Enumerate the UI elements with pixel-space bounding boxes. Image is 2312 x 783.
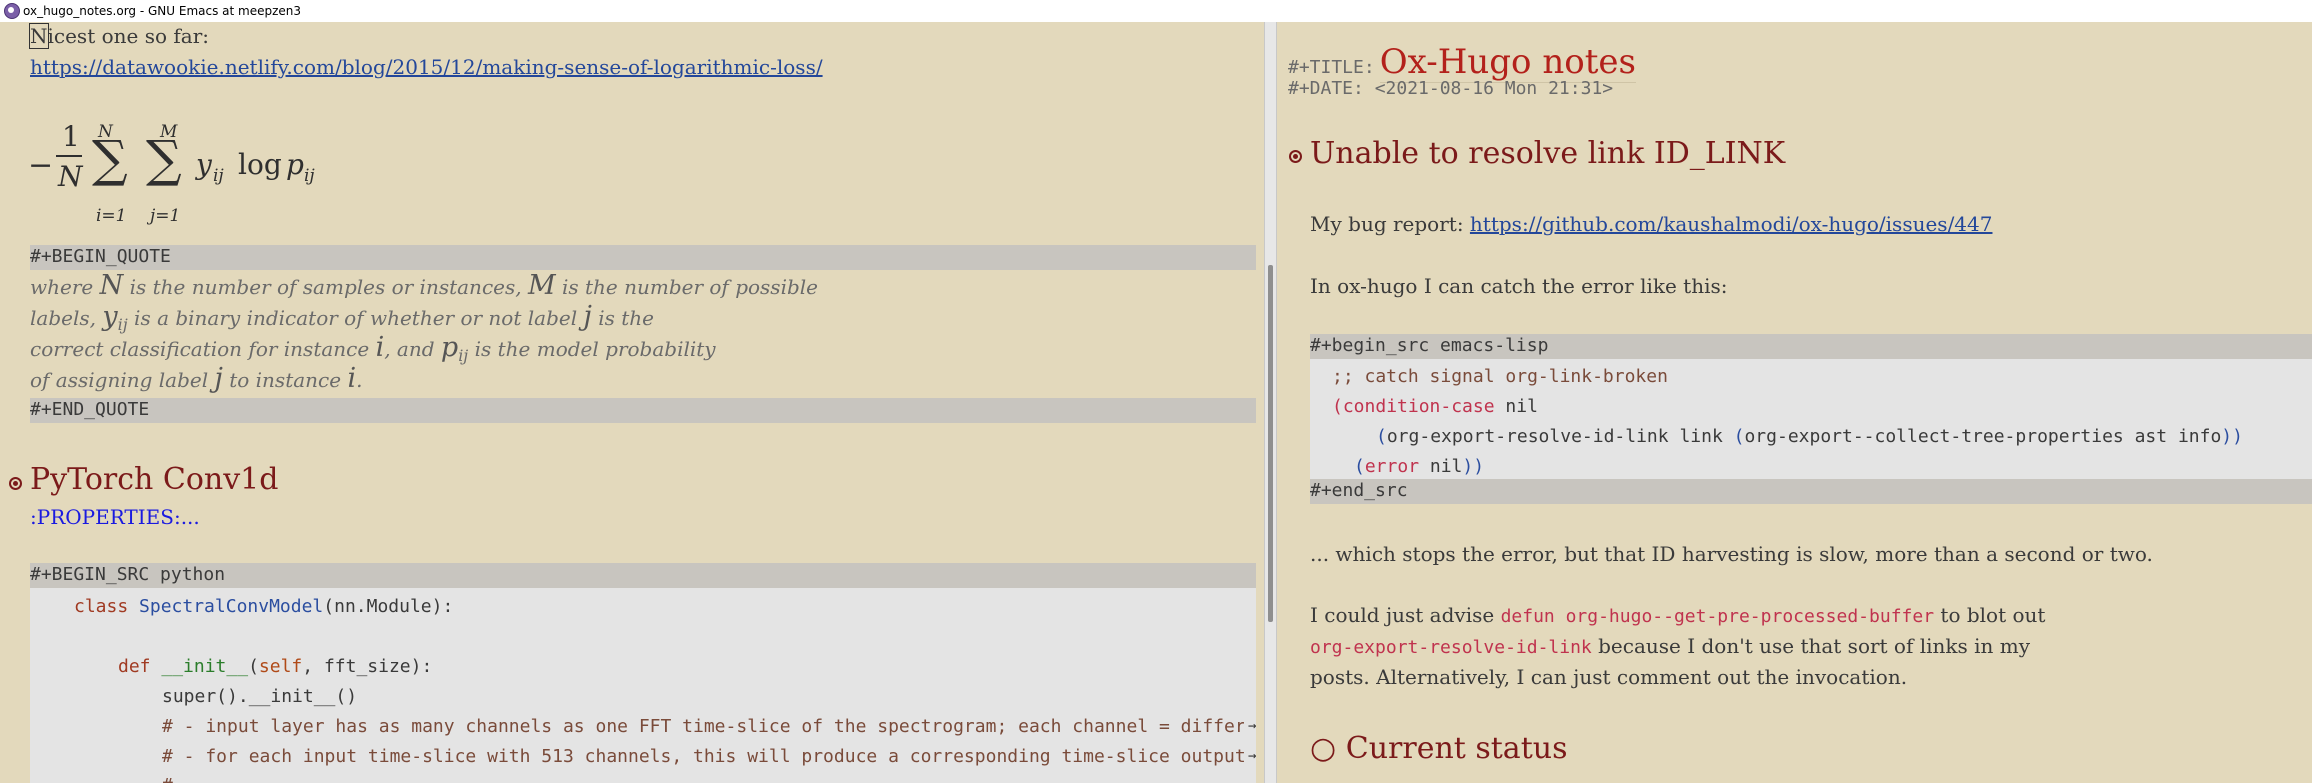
heading-unable-to-resolve[interactable]: Unable to resolve link ID_LINK [1310, 136, 1785, 171]
heading-text: Current status [1345, 731, 1568, 766]
code-line: (condition-case nil [1332, 396, 1538, 417]
bug-report-link[interactable]: https://github.com/kaushalmodi/ox-hugo/i… [1470, 212, 1993, 236]
text-line: Nicest one so far: [29, 23, 210, 49]
properties-drawer[interactable]: :PROPERTIES:... [30, 505, 200, 529]
end-src-marker: #+end_src [1310, 480, 1408, 501]
end-src-band [1310, 479, 2312, 504]
formula-p-sub: ij [304, 166, 315, 186]
emacs-icon [4, 3, 20, 19]
sum1-sign: ∑ [92, 130, 128, 188]
begin-quote-band [30, 245, 1256, 270]
begin-src-marker: #+BEGIN_SRC python [30, 564, 226, 585]
sum1-lower: i=1 [96, 206, 127, 226]
formula-y-sub: ij [213, 166, 224, 186]
formula-minus: − [28, 148, 54, 183]
datawookie-link[interactable]: https://datawookie.netlify.com/blog/2015… [30, 55, 823, 79]
code-comment-line: # - for each input time-slice with 513 c… [162, 746, 1244, 767]
heading-bullet-icon[interactable] [9, 477, 22, 490]
scrollbar-thumb[interactable] [1268, 265, 1273, 622]
line-continuation-icon: → [1248, 718, 1257, 734]
formula-log: log [238, 148, 282, 181]
document-title: Ox-Hugo notes [1379, 42, 1636, 83]
begin-quote-marker: #+BEGIN_QUOTE [30, 246, 171, 267]
code-line: def __init__(self, fft_size): [118, 656, 433, 677]
title-line: #+TITLE: Ox-Hugo notes [1288, 42, 1636, 83]
advise-line-1: I could just advise defun org-hugo--get-… [1310, 603, 2046, 627]
quote-line-4: of assigning label j to instance i. [30, 363, 363, 394]
code-comment-line: # ... [162, 775, 1244, 783]
catch-text: In ox-hugo I can catch the error like th… [1310, 274, 1728, 298]
window-titlebar: ox_hugo_notes.org - GNU Emacs at meepzen… [0, 0, 2312, 22]
end-quote-marker: #+END_QUOTE [30, 399, 150, 420]
quote-line-2: labels, yij is a binary indicator of whe… [30, 301, 654, 334]
heading-pytorch-conv1d[interactable]: PyTorch Conv1d [30, 462, 278, 497]
code-line: (error nil)) [1354, 456, 1485, 477]
advise-line-3: posts. Alternatively, I can just comment… [1310, 665, 1908, 689]
end-quote-band [30, 398, 1256, 423]
advise-line-2: org-export-resolve-id-link because I don… [1310, 634, 2031, 658]
code-comment-line: ;; catch signal org-link-broken [1332, 366, 1668, 387]
left-editor-pane[interactable]: Nicest one so far: https://datawookie.ne… [0, 22, 1264, 783]
title-keyword: #+TITLE: [1288, 57, 1375, 78]
date-line: #+DATE: <2021-08-16 Mon 21:31> [1288, 78, 1613, 99]
window-title: ox_hugo_notes.org - GNU Emacs at meepzen… [23, 4, 302, 18]
text-cursor: N [29, 23, 49, 49]
begin-src-marker: #+begin_src emacs-lisp [1310, 335, 1549, 356]
line-continuation-icon: → [1248, 748, 1257, 764]
code-line: super().__init__() [162, 686, 358, 707]
quote-line-3: correct classification for instance i, a… [30, 332, 716, 365]
stops-error-text: ... which stops the error, but that ID h… [1310, 542, 2153, 566]
document-date: <2021-08-16 Mon 21:31> [1374, 78, 1614, 99]
formula-numerator: 1 [62, 120, 80, 153]
heading-current-status[interactable]: ○ Current status [1310, 731, 1567, 766]
right-editor-pane[interactable]: #+TITLE: Ox-Hugo notes #+DATE: <2021-08-… [1277, 22, 2312, 783]
code-comment-line: # - input layer has as many channels as … [162, 716, 1244, 737]
sum2-sign: ∑ [146, 130, 182, 188]
fraction-bar [56, 155, 82, 157]
formula-denominator: N [58, 160, 83, 193]
date-keyword: #+DATE: [1288, 78, 1364, 99]
bug-report-line: My bug report: https://github.com/kausha… [1310, 212, 1993, 236]
code-line: (org-export-resolve-id-link link (org-ex… [1376, 426, 2243, 447]
formula-p: p [286, 148, 304, 181]
quote-line-1: where N is the number of samples or inst… [30, 270, 818, 301]
code-line: class SpectralConvModel(nn.Module): [74, 596, 454, 617]
heading-circle-icon[interactable]: ○ [1310, 731, 1336, 766]
line-text: icest one so far: [47, 24, 210, 48]
heading-bullet-icon[interactable] [1289, 150, 1302, 163]
sum2-lower: j=1 [150, 206, 181, 226]
window-divider-scrollbar[interactable] [1264, 22, 1277, 783]
formula-y: y [196, 148, 212, 181]
